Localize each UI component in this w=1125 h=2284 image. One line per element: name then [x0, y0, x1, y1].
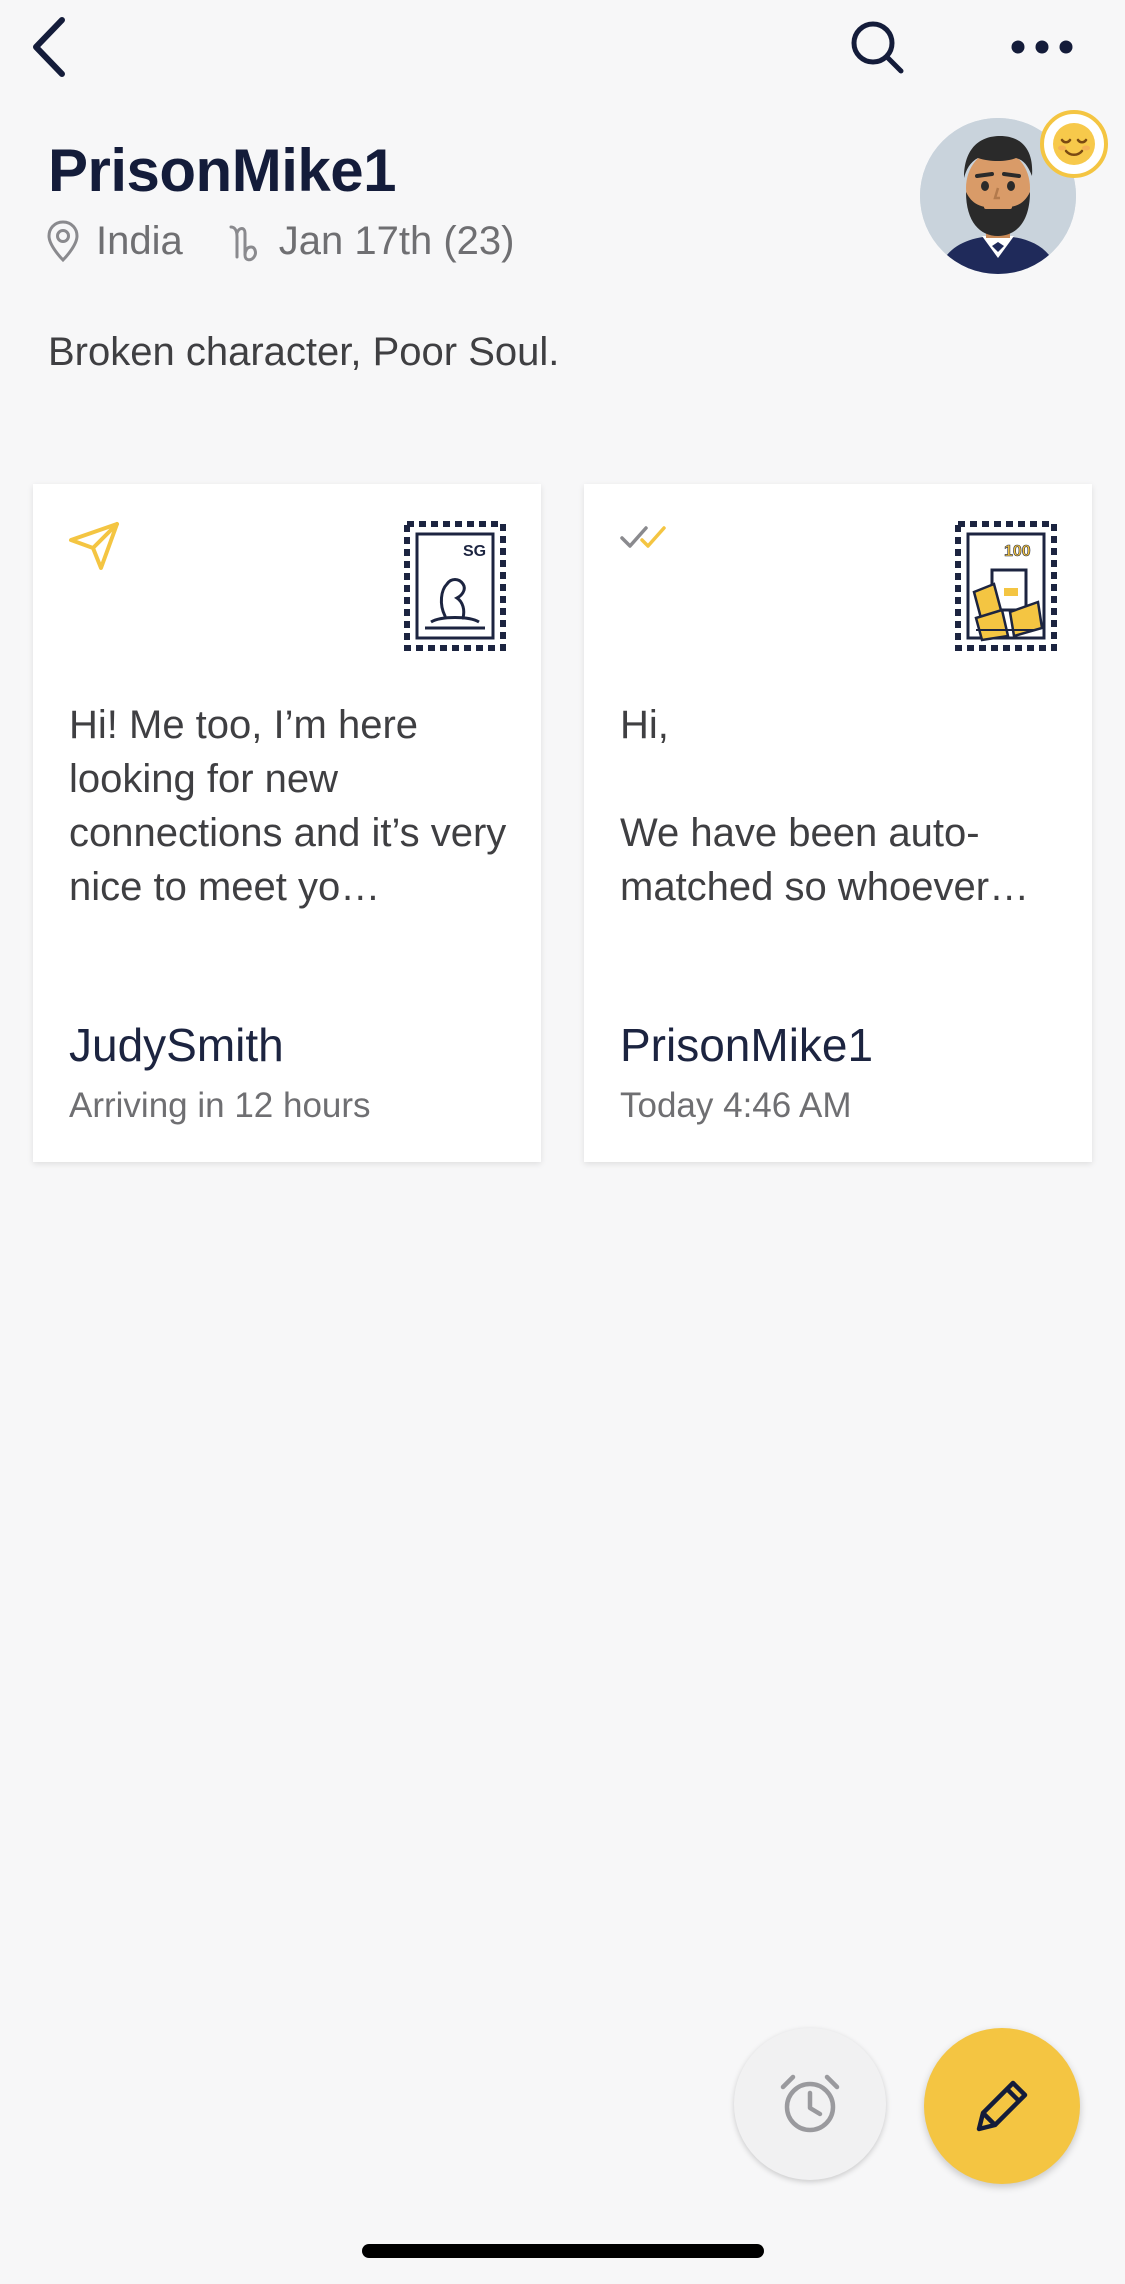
letter-preview: Hi! Me too, I’m here looking for new con…: [69, 703, 507, 909]
search-button[interactable]: [842, 12, 912, 82]
letter-sender: PrisonMike1: [620, 1019, 874, 1071]
zodiac-capricorn-icon: [229, 225, 257, 262]
more-options-button[interactable]: [1002, 12, 1082, 82]
double-check-delivered-icon: [620, 526, 666, 548]
profile-location: India: [96, 218, 183, 263]
profile-birthday: Jan 17th (23): [278, 218, 515, 263]
letter-time: Arriving in 12 hours: [69, 1086, 371, 1125]
chevron-left-icon: [33, 17, 65, 77]
alarm-button[interactable]: [734, 2028, 886, 2180]
ellipsis-horizontal-icon: [1011, 40, 1073, 54]
letter-card[interactable]: SG Hi! Me too, I’m here looking for new …: [33, 484, 541, 1162]
profile-meta: India Jan 17th (23): [46, 216, 514, 266]
sg-merlion-stamp-icon: SG: [404, 521, 506, 651]
stamp-label: 100: [1004, 543, 1031, 560]
paper-plane-sent-icon: [69, 522, 119, 570]
profile-username: PrisonMike1: [48, 137, 396, 204]
letter-time: Today 4:46 AM: [620, 1086, 852, 1125]
home-indicator[interactable]: [362, 2244, 764, 2258]
relieved-face-emoji-icon: [1053, 123, 1095, 165]
letter-card[interactable]: 100 Hi, We have been auto-matched so who…: [584, 484, 1092, 1162]
100-letters-stamp-icon: 100: [955, 521, 1057, 651]
back-button[interactable]: [18, 12, 78, 82]
compose-letter-button[interactable]: [924, 2028, 1080, 2184]
mood-badge[interactable]: [1040, 110, 1108, 178]
letter-sender: JudySmith: [69, 1019, 284, 1071]
top-bar: [0, 0, 1125, 100]
pencil-icon: [976, 2080, 1028, 2132]
search-icon: [851, 21, 904, 74]
profile-bio: Broken character, Poor Soul.: [48, 330, 560, 374]
letter-preview: Hi, We have been auto-matched so whoever…: [620, 703, 1030, 909]
alarm-clock-icon: [780, 2074, 840, 2133]
stamp-label: SG: [463, 543, 486, 560]
profile-avatar-container[interactable]: [920, 110, 1108, 274]
location-pin-icon: [47, 220, 79, 263]
